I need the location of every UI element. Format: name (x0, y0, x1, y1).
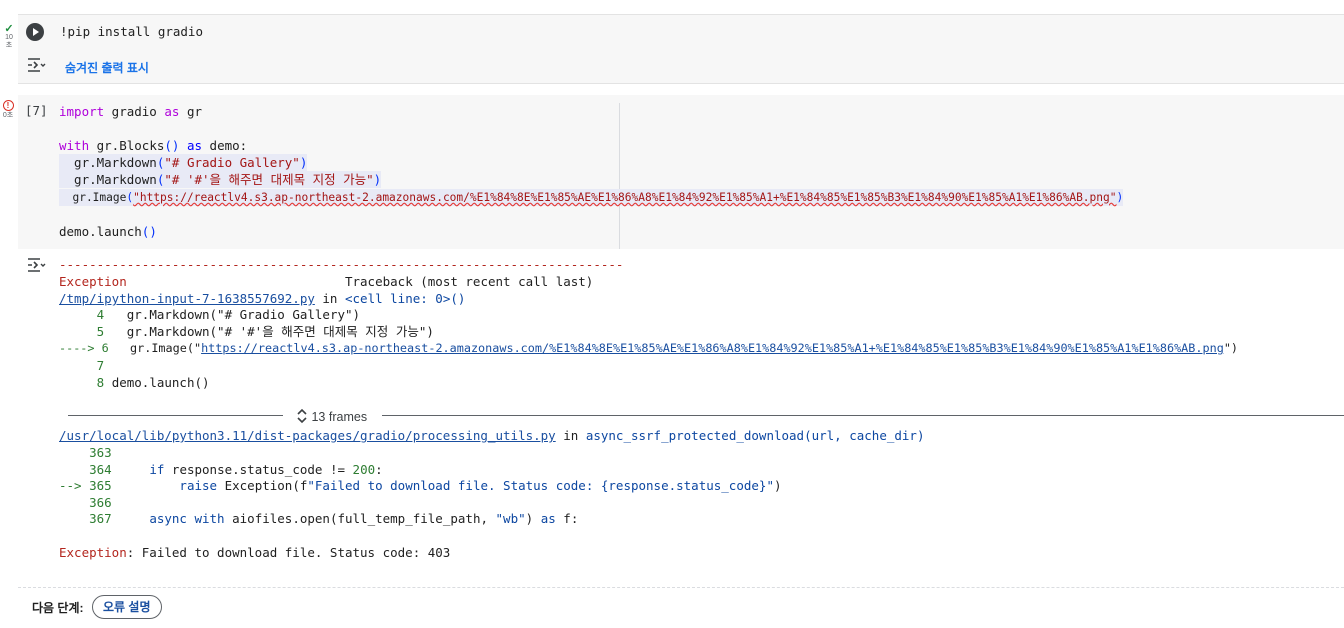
traceback-code-line: 367 async with aiofiles.open(full_temp_f… (89, 511, 579, 526)
traceback-separator: ----------------------------------------… (59, 257, 624, 272)
cell-status-error: ! 0초 (0, 100, 16, 120)
traceback-code-line: 8 demo.launch() (96, 375, 210, 390)
image-url-link[interactable]: https://reactlv4.s3.ap-northeast-2.amazo… (201, 341, 1224, 355)
code-line[interactable]: import gradio as gr (59, 103, 202, 120)
expand-frames-button[interactable]: 13 frames (296, 408, 367, 424)
traceback-code-line-current: --> 365 raise Exception(f"Failed to down… (59, 478, 782, 493)
next-steps-label: 다음 단계: (32, 601, 84, 615)
code-line[interactable]: with gr.Blocks() as demo: (59, 137, 247, 154)
frames-label: 13 frames (311, 410, 368, 424)
output-toggle-icon[interactable] (26, 256, 46, 277)
execution-count: [7] (25, 103, 48, 118)
frames-divider (382, 415, 1344, 416)
ruler-line (619, 103, 620, 249)
cell-exec-time: 0초 (2, 112, 14, 119)
traceback-code-line: 364 if response.status_code != 200: (89, 462, 383, 477)
code-line[interactable]: gr.Markdown("# Gradio Gallery") (59, 154, 308, 171)
traceback-code-line: 363 (89, 445, 112, 460)
code-cell-pip-install[interactable] (18, 14, 1344, 84)
traceback-code-line: 7 (96, 358, 105, 373)
code-line[interactable]: gr.Markdown("# '#'을 해주면 대제목 지정 가능") (59, 171, 382, 188)
traceback-code-line: 4 gr.Markdown("# Gradio Gallery") (96, 307, 361, 322)
traceback-code-line: 366 (89, 495, 112, 510)
traceback-header: Exception Traceback (most recent call la… (59, 274, 594, 289)
output-footer-divider (18, 587, 1344, 588)
frames-divider (68, 415, 283, 416)
code-line[interactable]: demo.launch() (59, 223, 157, 240)
run-cell-button[interactable] (26, 23, 44, 41)
cell-code[interactable]: !pip install gradio (60, 24, 203, 39)
cell-status-success: ✓ 10 초 (2, 24, 16, 50)
traceback-file-line: /usr/local/lib/python3.11/dist-packages/… (59, 428, 925, 443)
traceback-code-line-current: ----> 6 gr.Image("https://reactlv4.s3.ap… (59, 341, 1239, 355)
unfold-icon (297, 408, 307, 424)
error-icon: ! (2, 100, 14, 111)
success-check-icon: ✓ (4, 23, 14, 35)
traceback-file-line: /tmp/ipython-input-7-1638557692.py in <c… (59, 291, 466, 306)
traceback-file-link[interactable]: /usr/local/lib/python3.11/dist-packages/… (59, 428, 556, 443)
output-toggle-icon[interactable] (26, 56, 46, 77)
explain-error-button[interactable]: 오류 설명 (92, 595, 162, 619)
exception-message: Exception: Failed to download file. Stat… (59, 545, 451, 560)
show-hidden-output-link[interactable]: 숨겨진 출력 표시 (65, 59, 149, 76)
traceback-file-link[interactable]: /tmp/ipython-input-7-1638557692.py (59, 291, 315, 306)
cell-exec-time: 10 초 (5, 34, 13, 49)
traceback-code-line: 5 gr.Markdown("# '#'을 해주면 대제목 지정 가능") (96, 324, 434, 339)
code-line[interactable]: gr.Image("https://reactlv4.s3.ap-northea… (59, 189, 1124, 206)
